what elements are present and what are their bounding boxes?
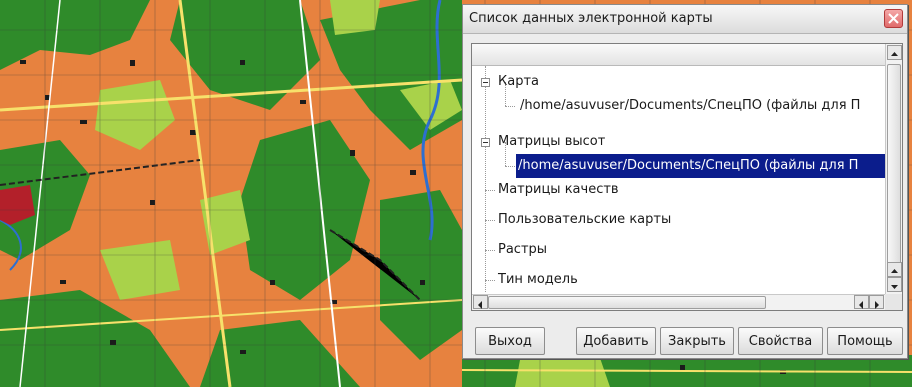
tree-node-label: /home/asuvuser/Documents/СпецПО (файлы д… — [516, 154, 886, 178]
scroll-left-button[interactable] — [473, 295, 488, 309]
horizontal-scroll-thumb[interactable] — [488, 296, 766, 309]
tree-node-label: Пользовательские карты — [498, 212, 672, 227]
close-icon — [888, 13, 899, 24]
arrow-right-icon — [875, 301, 879, 309]
close-button[interactable]: Закрыть — [660, 327, 734, 355]
tree-connector — [485, 280, 495, 281]
tree-connector — [485, 250, 495, 251]
vertical-scrollbar[interactable] — [885, 44, 902, 296]
collapse-icon[interactable] — [481, 78, 490, 87]
tree-node-label: Матрицы качеств — [498, 182, 619, 197]
scroll-left-button-right[interactable] — [854, 295, 869, 309]
tree-node-label: Карта — [498, 74, 539, 89]
scroll-down-button[interactable] — [887, 277, 902, 292]
close-window-button[interactable] — [884, 9, 903, 28]
scroll-up-button-lower[interactable] — [887, 262, 902, 277]
tree-node-label: Тин модель — [498, 272, 578, 287]
arrow-down-icon — [891, 285, 898, 289]
horizontal-scrollbar[interactable] — [472, 294, 886, 310]
tree-node-label: Растры — [498, 242, 548, 257]
help-button[interactable]: Помощь — [827, 327, 903, 355]
add-button[interactable]: Добавить — [576, 327, 656, 355]
tree-connector — [485, 220, 495, 221]
map-data-list-dialog: Список данных электронной карты Карта /h… — [462, 4, 908, 359]
tree-connector — [505, 166, 515, 167]
arrow-left-icon — [478, 301, 482, 309]
dialog-titlebar[interactable]: Список данных электронной карты — [463, 5, 907, 34]
map-data-tree[interactable]: Карта /home/asuvuser/Documents/СпецПО (ф… — [471, 43, 903, 311]
arrow-left-icon — [859, 301, 863, 309]
dialog-title: Список данных электронной карты — [469, 11, 713, 26]
properties-button[interactable]: Свойства — [738, 327, 823, 355]
tree-column-header[interactable] — [472, 44, 886, 66]
arrow-up-icon — [891, 52, 898, 56]
tree-node-label: Матрицы высот — [498, 134, 606, 149]
scrollbar-corner — [885, 294, 902, 310]
scroll-right-button[interactable] — [869, 295, 884, 309]
scroll-up-button[interactable] — [887, 45, 902, 60]
tree-connector — [485, 190, 495, 191]
exit-button[interactable]: Выход — [475, 327, 545, 355]
tree-node-label: /home/asuvuser/Documents/СпецПО (файлы д… — [520, 98, 861, 113]
tree-body: Карта /home/asuvuser/Documents/СпецПО (ф… — [472, 66, 886, 296]
vertical-scroll-thumb[interactable] — [887, 64, 901, 270]
tree-connector — [505, 106, 515, 107]
tree-connector — [485, 66, 486, 292]
collapse-icon[interactable] — [481, 138, 490, 147]
